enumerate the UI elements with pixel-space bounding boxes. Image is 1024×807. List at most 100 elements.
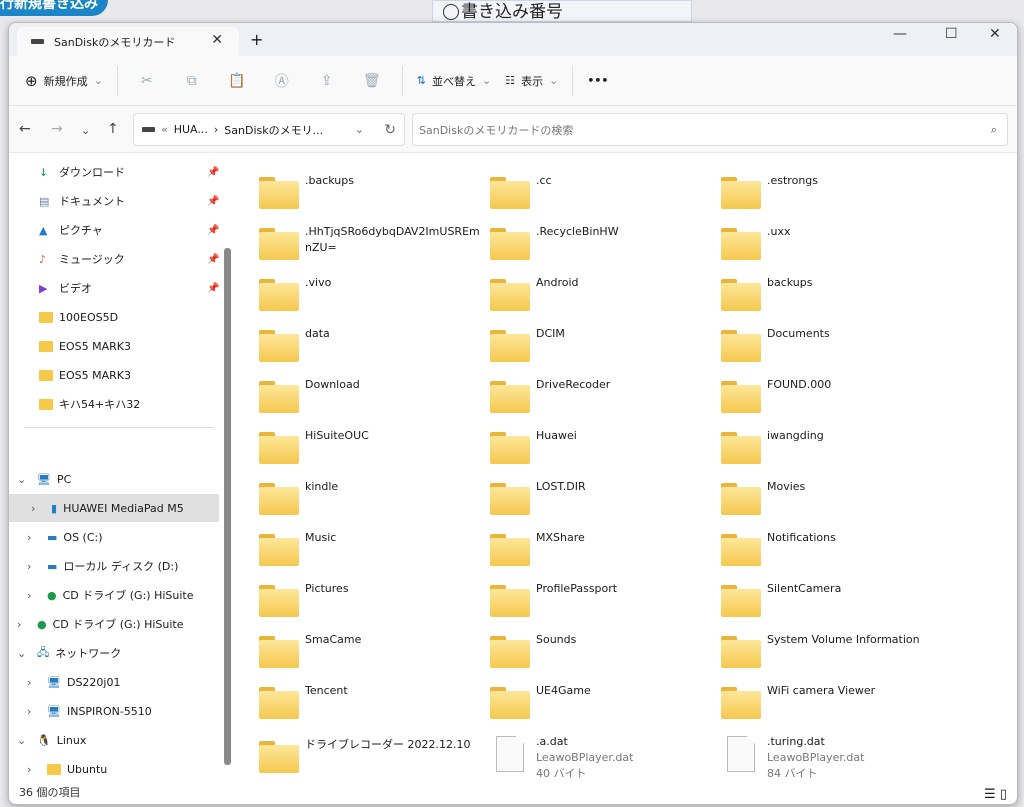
chevron-right-icon[interactable]: › <box>17 618 31 631</box>
pin-icon[interactable]: 📌 <box>207 254 219 265</box>
sidebar-item-video[interactable]: ▶ ビデオ 📌 <box>39 274 219 302</box>
refresh-button[interactable]: ↻ <box>384 122 396 138</box>
sort-button[interactable]: ⇅ 並べ替え ⌄ <box>417 73 491 89</box>
breadcrumb-huawei[interactable]: HUA... <box>174 123 208 136</box>
sidebar-folder[interactable]: 100EOS5D <box>39 303 118 331</box>
forward-button[interactable]: → <box>51 121 63 137</box>
tree-item[interactable]: ⌄ 🖥 PC <box>17 465 71 493</box>
sidebar-folder[interactable]: EOS5 MARK3 <box>39 332 131 360</box>
folder-item[interactable]: DCIM <box>490 320 718 368</box>
folder-item[interactable]: UE4Game <box>490 677 718 725</box>
folder-item[interactable]: .RecycleBinHW <box>490 218 718 266</box>
sidebar-item-document[interactable]: ▤ ドキュメント 📌 <box>39 187 219 215</box>
folder-item[interactable]: .HhTjqSRo6dybqDAV2ImUSREmnZU= <box>259 218 487 266</box>
folder-item[interactable]: Huawei <box>490 422 718 470</box>
tree-item[interactable]: › ▮ HUAWEI MediaPad M5 <box>9 494 219 522</box>
folder-item[interactable]: LOST.DIR <box>490 473 718 521</box>
tree-item[interactable]: › ● CD ドライブ (G:) HiSuite <box>17 610 183 638</box>
chevron-down-icon[interactable]: ⌄ <box>17 734 31 747</box>
delete-icon[interactable]: 🗑 <box>357 73 387 89</box>
details-view-icon[interactable]: ☰ <box>984 787 996 802</box>
tree-item[interactable]: › ▬ ローカル ディスク (D:) <box>27 552 178 580</box>
maximize-button[interactable]: ☐ <box>945 26 958 42</box>
folder-item[interactable]: Music <box>259 524 487 572</box>
pin-icon[interactable]: 📌 <box>207 167 219 178</box>
folder-item[interactable]: WiFi camera Viewer <box>721 677 949 725</box>
cut-icon[interactable]: ✂ <box>132 73 162 89</box>
folder-item[interactable]: .vivo <box>259 269 487 317</box>
folder-item[interactable]: data <box>259 320 487 368</box>
chevron-right-icon[interactable]: › <box>27 763 41 776</box>
tab-close-button[interactable]: ✕ <box>211 32 223 48</box>
copy-icon[interactable]: ⧉ <box>177 73 207 89</box>
view-button[interactable]: ☷ 表示 ⌄ <box>505 73 558 89</box>
chevron-right-icon[interactable]: › <box>27 705 41 718</box>
minimize-button[interactable]: — <box>893 26 907 42</box>
folder-item[interactable]: iwangding <box>721 422 949 470</box>
radio-icon[interactable] <box>443 4 459 20</box>
chevron-right-icon[interactable]: › <box>31 502 45 515</box>
file-item[interactable]: .turing.dat LeawoBPlayer.dat 84 バイト <box>721 728 949 788</box>
tree-item[interactable]: › 🖥 DS220j01 <box>27 668 120 696</box>
folder-item[interactable]: FOUND.000 <box>721 371 949 419</box>
sidebar-item-pictures[interactable]: ▲ ピクチャ 📌 <box>39 216 219 244</box>
pin-icon[interactable]: 📌 <box>207 196 219 207</box>
chevron-right-icon[interactable]: › <box>27 531 41 544</box>
folder-item[interactable]: ProfilePassport <box>490 575 718 623</box>
sidebar-item-music[interactable]: ♪ ミュージック 📌 <box>39 245 219 273</box>
search-input[interactable]: SanDiskのメモリカードの検索 ⌕ <box>412 113 1008 146</box>
folder-item[interactable]: .backups <box>259 167 487 215</box>
tree-item[interactable]: ⌄ 🐧 Linux <box>17 726 86 754</box>
more-button[interactable]: ••• <box>587 74 608 87</box>
close-window-button[interactable]: ✕ <box>989 26 1001 42</box>
folder-item[interactable]: .cc <box>490 167 718 215</box>
folder-item[interactable]: MXShare <box>490 524 718 572</box>
chevron-right-icon[interactable]: › <box>27 560 41 573</box>
background-new-post-button[interactable]: 行新規書き込み <box>0 0 108 16</box>
folder-item[interactable]: SilentCamera <box>721 575 949 623</box>
chevron-right-icon[interactable]: › <box>27 676 41 689</box>
folder-item[interactable]: Download <box>259 371 487 419</box>
folder-item[interactable]: Movies <box>721 473 949 521</box>
folder-item[interactable]: HiSuiteOUC <box>259 422 487 470</box>
search-icon[interactable]: ⌕ <box>991 123 997 137</box>
chevron-down-icon[interactable]: ⌄ <box>17 647 31 660</box>
folder-item[interactable]: System Volume Information <box>721 626 949 674</box>
folder-item[interactable]: Tencent <box>259 677 487 725</box>
chevron-down-icon[interactable]: ⌄ <box>355 123 364 136</box>
view-toggle[interactable]: ☰ ▯ <box>984 787 1007 802</box>
back-button[interactable]: ← <box>19 121 31 137</box>
folder-item[interactable]: Android <box>490 269 718 317</box>
folder-item[interactable]: Documents <box>721 320 949 368</box>
chevron-down-icon[interactable]: ⌄ <box>17 473 31 486</box>
tab-sandisk[interactable]: SanDiskのメモリカード ✕ <box>17 27 239 56</box>
sidebar-folder[interactable]: EOS5 MARK3 <box>39 361 131 389</box>
new-button[interactable]: ⊕ 新規作成 ⌄ <box>25 72 103 90</box>
breadcrumb-sandisk[interactable]: SanDiskのメモリ... <box>224 122 323 138</box>
new-tab-button[interactable]: + <box>250 30 263 49</box>
file-item[interactable]: .a.dat LeawoBPlayer.dat 40 バイト <box>490 728 718 788</box>
tree-item[interactable]: › Ubuntu <box>27 755 107 783</box>
sidebar-scrollbar[interactable] <box>224 248 231 765</box>
folder-item[interactable]: SmaCame <box>259 626 487 674</box>
recent-dropdown[interactable]: ⌄ <box>81 124 90 137</box>
share-icon[interactable]: ⇪ <box>312 73 342 89</box>
up-button[interactable]: ↑ <box>107 121 119 137</box>
address-path[interactable]: «HUA... › SanDiskのメモリ... ⌄ ↻ <box>133 113 405 146</box>
tree-item[interactable]: › 🖥 INSPIRON-5510 <box>27 697 152 725</box>
rename-icon[interactable]: Ⓐ <box>267 71 297 91</box>
pin-icon[interactable]: 📌 <box>207 225 219 236</box>
paste-icon[interactable]: 📋 <box>222 73 252 89</box>
sidebar-folder[interactable]: キハ54+キハ32 <box>39 390 140 418</box>
sidebar-item-download[interactable]: ↓ ダウンロード 📌 <box>39 158 219 186</box>
folder-item[interactable]: .uxx <box>721 218 949 266</box>
background-radio-option[interactable]: 書き込み番号 <box>432 0 692 22</box>
tree-item[interactable]: › ▬ OS (C:) <box>27 523 103 551</box>
tree-item[interactable]: › ● CD ドライブ (G:) HiSuite <box>27 581 193 609</box>
chevron-right-icon[interactable]: › <box>27 589 41 602</box>
pin-icon[interactable]: 📌 <box>207 283 219 294</box>
folder-item[interactable]: Pictures <box>259 575 487 623</box>
tree-item[interactable]: ⌄ 🖧 ネットワーク <box>17 639 121 667</box>
tiles-view-icon[interactable]: ▯ <box>1000 787 1007 802</box>
folder-item[interactable]: kindle <box>259 473 487 521</box>
